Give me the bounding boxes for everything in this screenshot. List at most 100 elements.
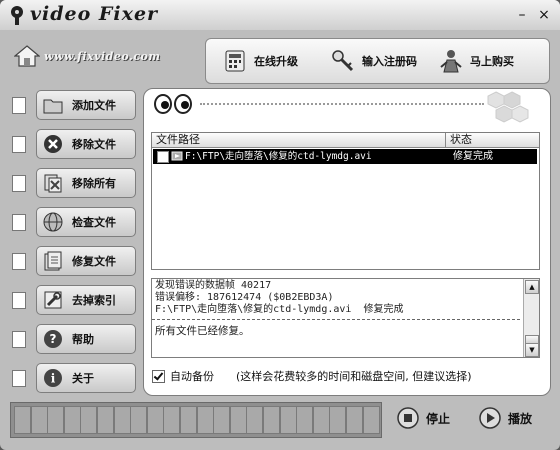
eyes-icon [154, 94, 192, 114]
log-separator [152, 319, 520, 320]
wrench-icon [44, 291, 62, 309]
scroll-down-icon[interactable]: ▼ [525, 343, 539, 357]
row-file-path: F:\FTP\走向堕落\修复的ctd-lymdg.avi [185, 151, 372, 162]
enter-registration-button[interactable]: 输入注册码 [330, 48, 417, 74]
home-icon [14, 45, 40, 67]
svg-text:?: ? [50, 332, 57, 346]
scroll-up-icon[interactable]: ▲ [525, 280, 539, 294]
buy-now-label: 马上购买 [470, 55, 514, 68]
row-status: 修复完成 [453, 151, 493, 162]
column-header-status[interactable]: 状态 [445, 133, 540, 147]
sidebar-item-remove-all: 移除所有 [0, 166, 140, 200]
row-checkbox[interactable] [157, 151, 169, 163]
online-upgrade-label: 在线升级 [254, 55, 298, 68]
close-icon [44, 135, 62, 153]
website-link[interactable]: www.fixvideo.com [44, 50, 161, 63]
log-summary: 所有文件已经修复。 [155, 325, 250, 337]
minimize-button[interactable]: – [514, 7, 530, 23]
remove-all-label: 移除所有 [72, 177, 116, 190]
sidebar-item-repair-file: 修复文件 [0, 244, 140, 278]
auto-backup-label: 自动备份 [170, 370, 214, 383]
repair-file-label: 修复文件 [72, 255, 116, 268]
stop-label: 停止 [426, 411, 451, 426]
app-window: video Fixer – × www.fixvideo.com 在线升级 输入… [0, 0, 560, 450]
progress-segment [180, 406, 197, 434]
doc-icon [12, 214, 26, 231]
remove-all-button[interactable]: 移除所有 [36, 168, 136, 198]
progress-segment [30, 406, 48, 434]
progress-segment [279, 406, 297, 434]
doc-icon [12, 253, 26, 270]
dotted-divider [200, 103, 484, 105]
add-file-label: 添加文件 [72, 99, 116, 112]
files-icon [44, 174, 62, 193]
globe-icon [43, 212, 63, 232]
progress-segment [146, 406, 164, 434]
doc-icon [12, 175, 26, 192]
file-list[interactable]: 文件路径 状态 F:\FTP\走向堕落\修复的ctd-lymdg.avi 修复完… [151, 132, 540, 270]
progress-bar [10, 402, 382, 438]
table-row[interactable]: F:\FTP\走向堕落\修复的ctd-lymdg.avi 修复完成 [153, 149, 537, 164]
enter-registration-label: 输入注册码 [362, 55, 417, 68]
title-bar: video Fixer – × [0, 0, 560, 30]
sidebar-item-help: ? 帮助 [0, 322, 140, 356]
help-button[interactable]: ? 帮助 [36, 324, 136, 354]
progress-segment [196, 406, 214, 434]
log-panel[interactable]: 发现错误的数据帧 40217 错误偏移: 187612474 ($0B2EBD3A… [151, 278, 540, 358]
log-line: 错误偏移: 187612474 ($0B2EBD3A) [155, 292, 334, 303]
column-header-path[interactable]: 文件路径 [156, 133, 200, 147]
buy-now-button[interactable]: 马上购买 [438, 48, 514, 74]
progress-segment [63, 406, 81, 434]
person-icon [440, 50, 462, 73]
progress-segment [80, 406, 98, 434]
repair-file-button[interactable]: 修复文件 [36, 246, 136, 276]
add-file-button[interactable]: 添加文件 [36, 90, 136, 120]
doc-icon [12, 136, 26, 153]
sidebar-item-check-file: 检查文件 [0, 205, 140, 239]
about-button[interactable]: i 关于 [36, 363, 136, 393]
progress-segment [47, 406, 65, 434]
progress-segment [130, 406, 148, 434]
progress-segment [362, 406, 380, 434]
progress-segment [163, 406, 181, 434]
remove-index-button[interactable]: 去掉索引 [36, 285, 136, 315]
sidebar-item-remove-index: 去掉索引 [0, 283, 140, 317]
progress-segment [229, 406, 247, 434]
progress-segment [113, 406, 131, 434]
folder-icon [43, 99, 63, 114]
info-icon: i [44, 369, 62, 387]
doc-icon [12, 97, 26, 114]
progress-segment [312, 406, 330, 434]
check-file-label: 检查文件 [72, 216, 116, 229]
key-icon [332, 50, 354, 72]
remove-file-label: 移除文件 [72, 138, 116, 151]
progress-segment [346, 406, 363, 434]
doc-icon [12, 370, 26, 387]
online-upgrade-button[interactable]: 在线升级 [222, 48, 298, 74]
progress-segment [14, 406, 31, 434]
progress-segment [263, 406, 280, 434]
progress-segment [213, 406, 231, 434]
video-file-icon [171, 151, 183, 161]
film-reel-icon [11, 6, 23, 25]
remove-index-label: 去掉索引 [72, 294, 116, 307]
app-title: video Fixer [30, 3, 159, 25]
play-button[interactable]: 播放 [478, 404, 532, 432]
log-lines: 发现错误的数据帧 40217 错误偏移: 187612474 ($0B2EBD3A… [155, 280, 521, 316]
log-line: 发现错误的数据帧 40217 [155, 280, 272, 291]
log-scrollbar[interactable]: ▲ ▼ [523, 279, 539, 357]
help-label: 帮助 [72, 333, 94, 346]
auto-backup-option[interactable]: 自动备份 [152, 368, 214, 384]
stop-icon [397, 407, 419, 429]
progress-segment [97, 406, 114, 434]
doc-icon [12, 292, 26, 309]
remove-file-button[interactable]: 移除文件 [36, 129, 136, 159]
stop-button[interactable]: 停止 [396, 404, 450, 432]
close-window-button[interactable]: × [536, 7, 552, 23]
file-list-header: 文件路径 状态 [152, 133, 539, 148]
auto-backup-checkbox[interactable] [152, 369, 165, 383]
play-icon [479, 407, 501, 429]
check-file-button[interactable]: 检查文件 [36, 207, 136, 237]
backup-note: (这样会花费较多的时间和磁盘空间, 但建议选择) [236, 370, 472, 383]
progress-segment [296, 406, 314, 434]
